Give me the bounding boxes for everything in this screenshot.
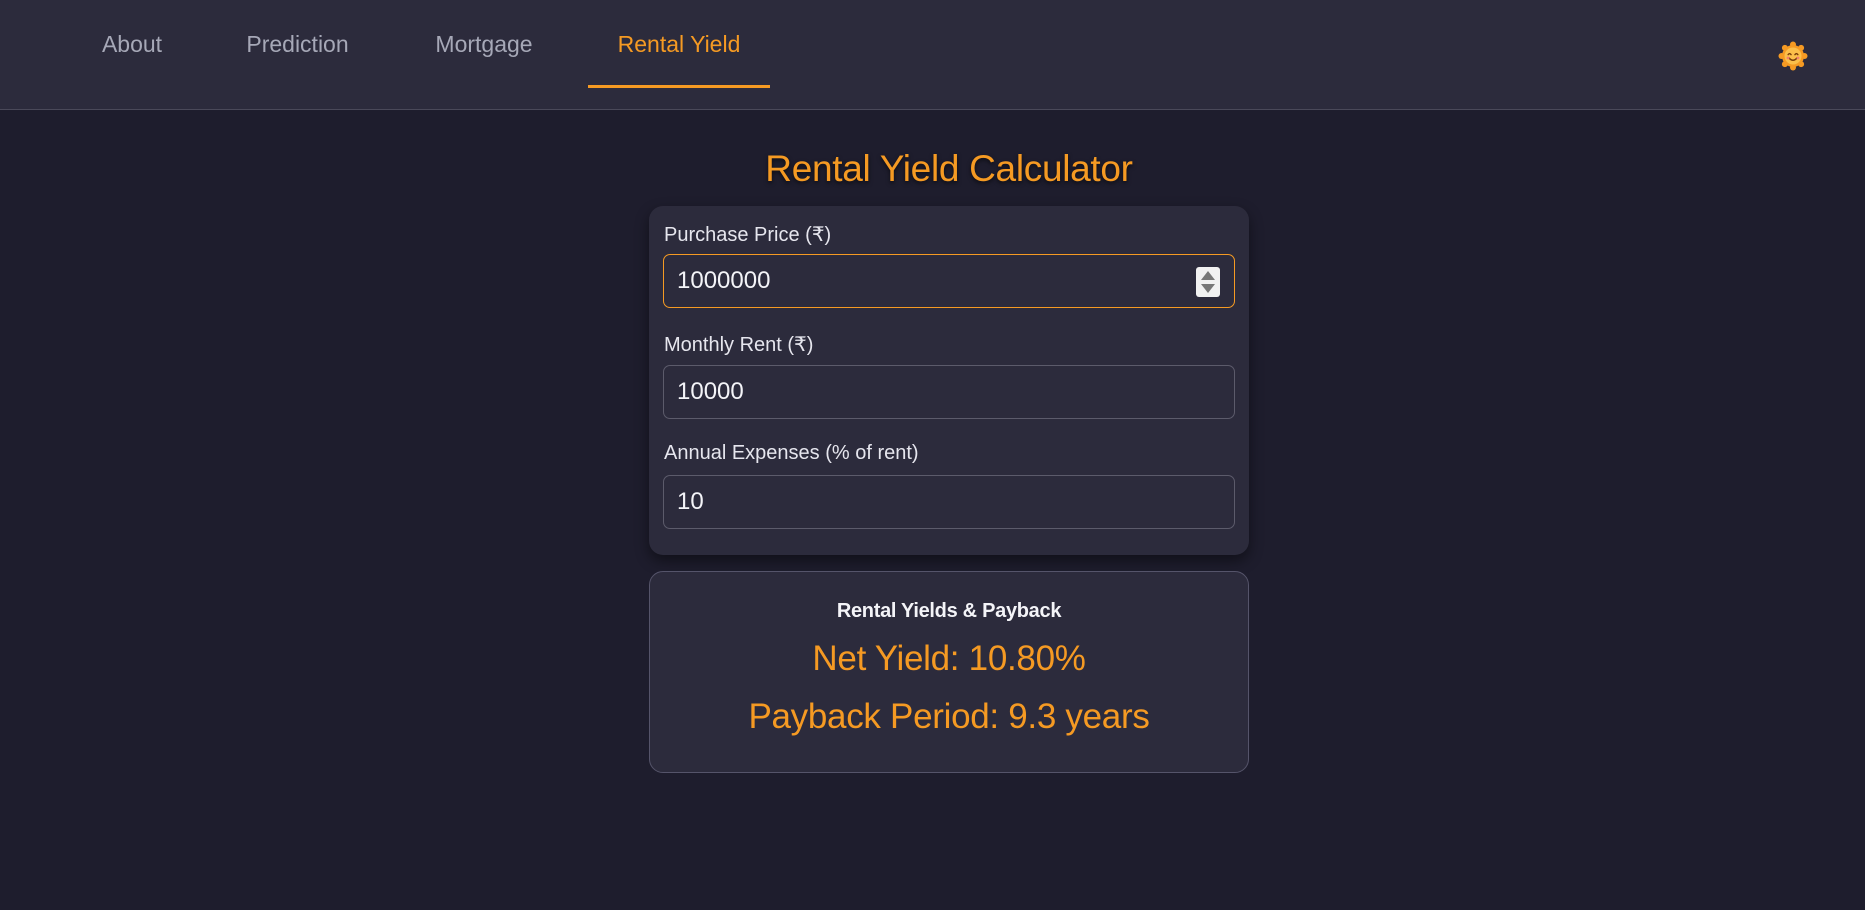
annual-expenses-input[interactable] [663,475,1235,529]
payback-period-value: Payback Period: 9.3 years [748,697,1150,736]
tab-prediction[interactable]: Prediction [244,0,351,88]
theme-toggle-button[interactable] [1778,41,1808,71]
results-card: Rental Yields & Payback Net Yield: 10.80… [649,571,1249,773]
annual-expenses-label: Annual Expenses (% of rent) [664,442,919,464]
number-spinner[interactable] [1196,267,1220,297]
results-heading: Rental Yields & Payback [836,600,1062,622]
sun-face-icon [1778,41,1808,71]
top-navbar: About Prediction Mortgage Rental Yield [0,0,1865,110]
net-yield-value: Net Yield: 10.80% [812,639,1086,678]
purchase-price-input[interactable] [663,254,1235,308]
tab-mortgage[interactable]: Mortgage [431,0,537,88]
tab-rental-yield-label: Rental Yield [617,30,741,57]
spinner-up-icon[interactable] [1201,271,1215,280]
purchase-price-label: Purchase Price (₹) [664,224,832,246]
calculator-form-card: Purchase Price (₹) Monthly Rent (₹) Annu… [649,206,1249,555]
tab-about[interactable]: About [100,0,164,88]
tab-rental-yield[interactable]: Rental Yield [588,0,770,88]
active-tab-indicator [588,85,770,88]
tab-about-label: About [101,30,163,57]
monthly-rent-input[interactable] [663,365,1235,419]
tab-mortgage-label: Mortgage [435,30,533,57]
page-title: Rental Yield Calculator [765,148,1133,189]
tab-prediction-label: Prediction [246,30,349,57]
monthly-rent-label: Monthly Rent (₹) [664,334,814,356]
spinner-down-icon[interactable] [1201,284,1215,293]
